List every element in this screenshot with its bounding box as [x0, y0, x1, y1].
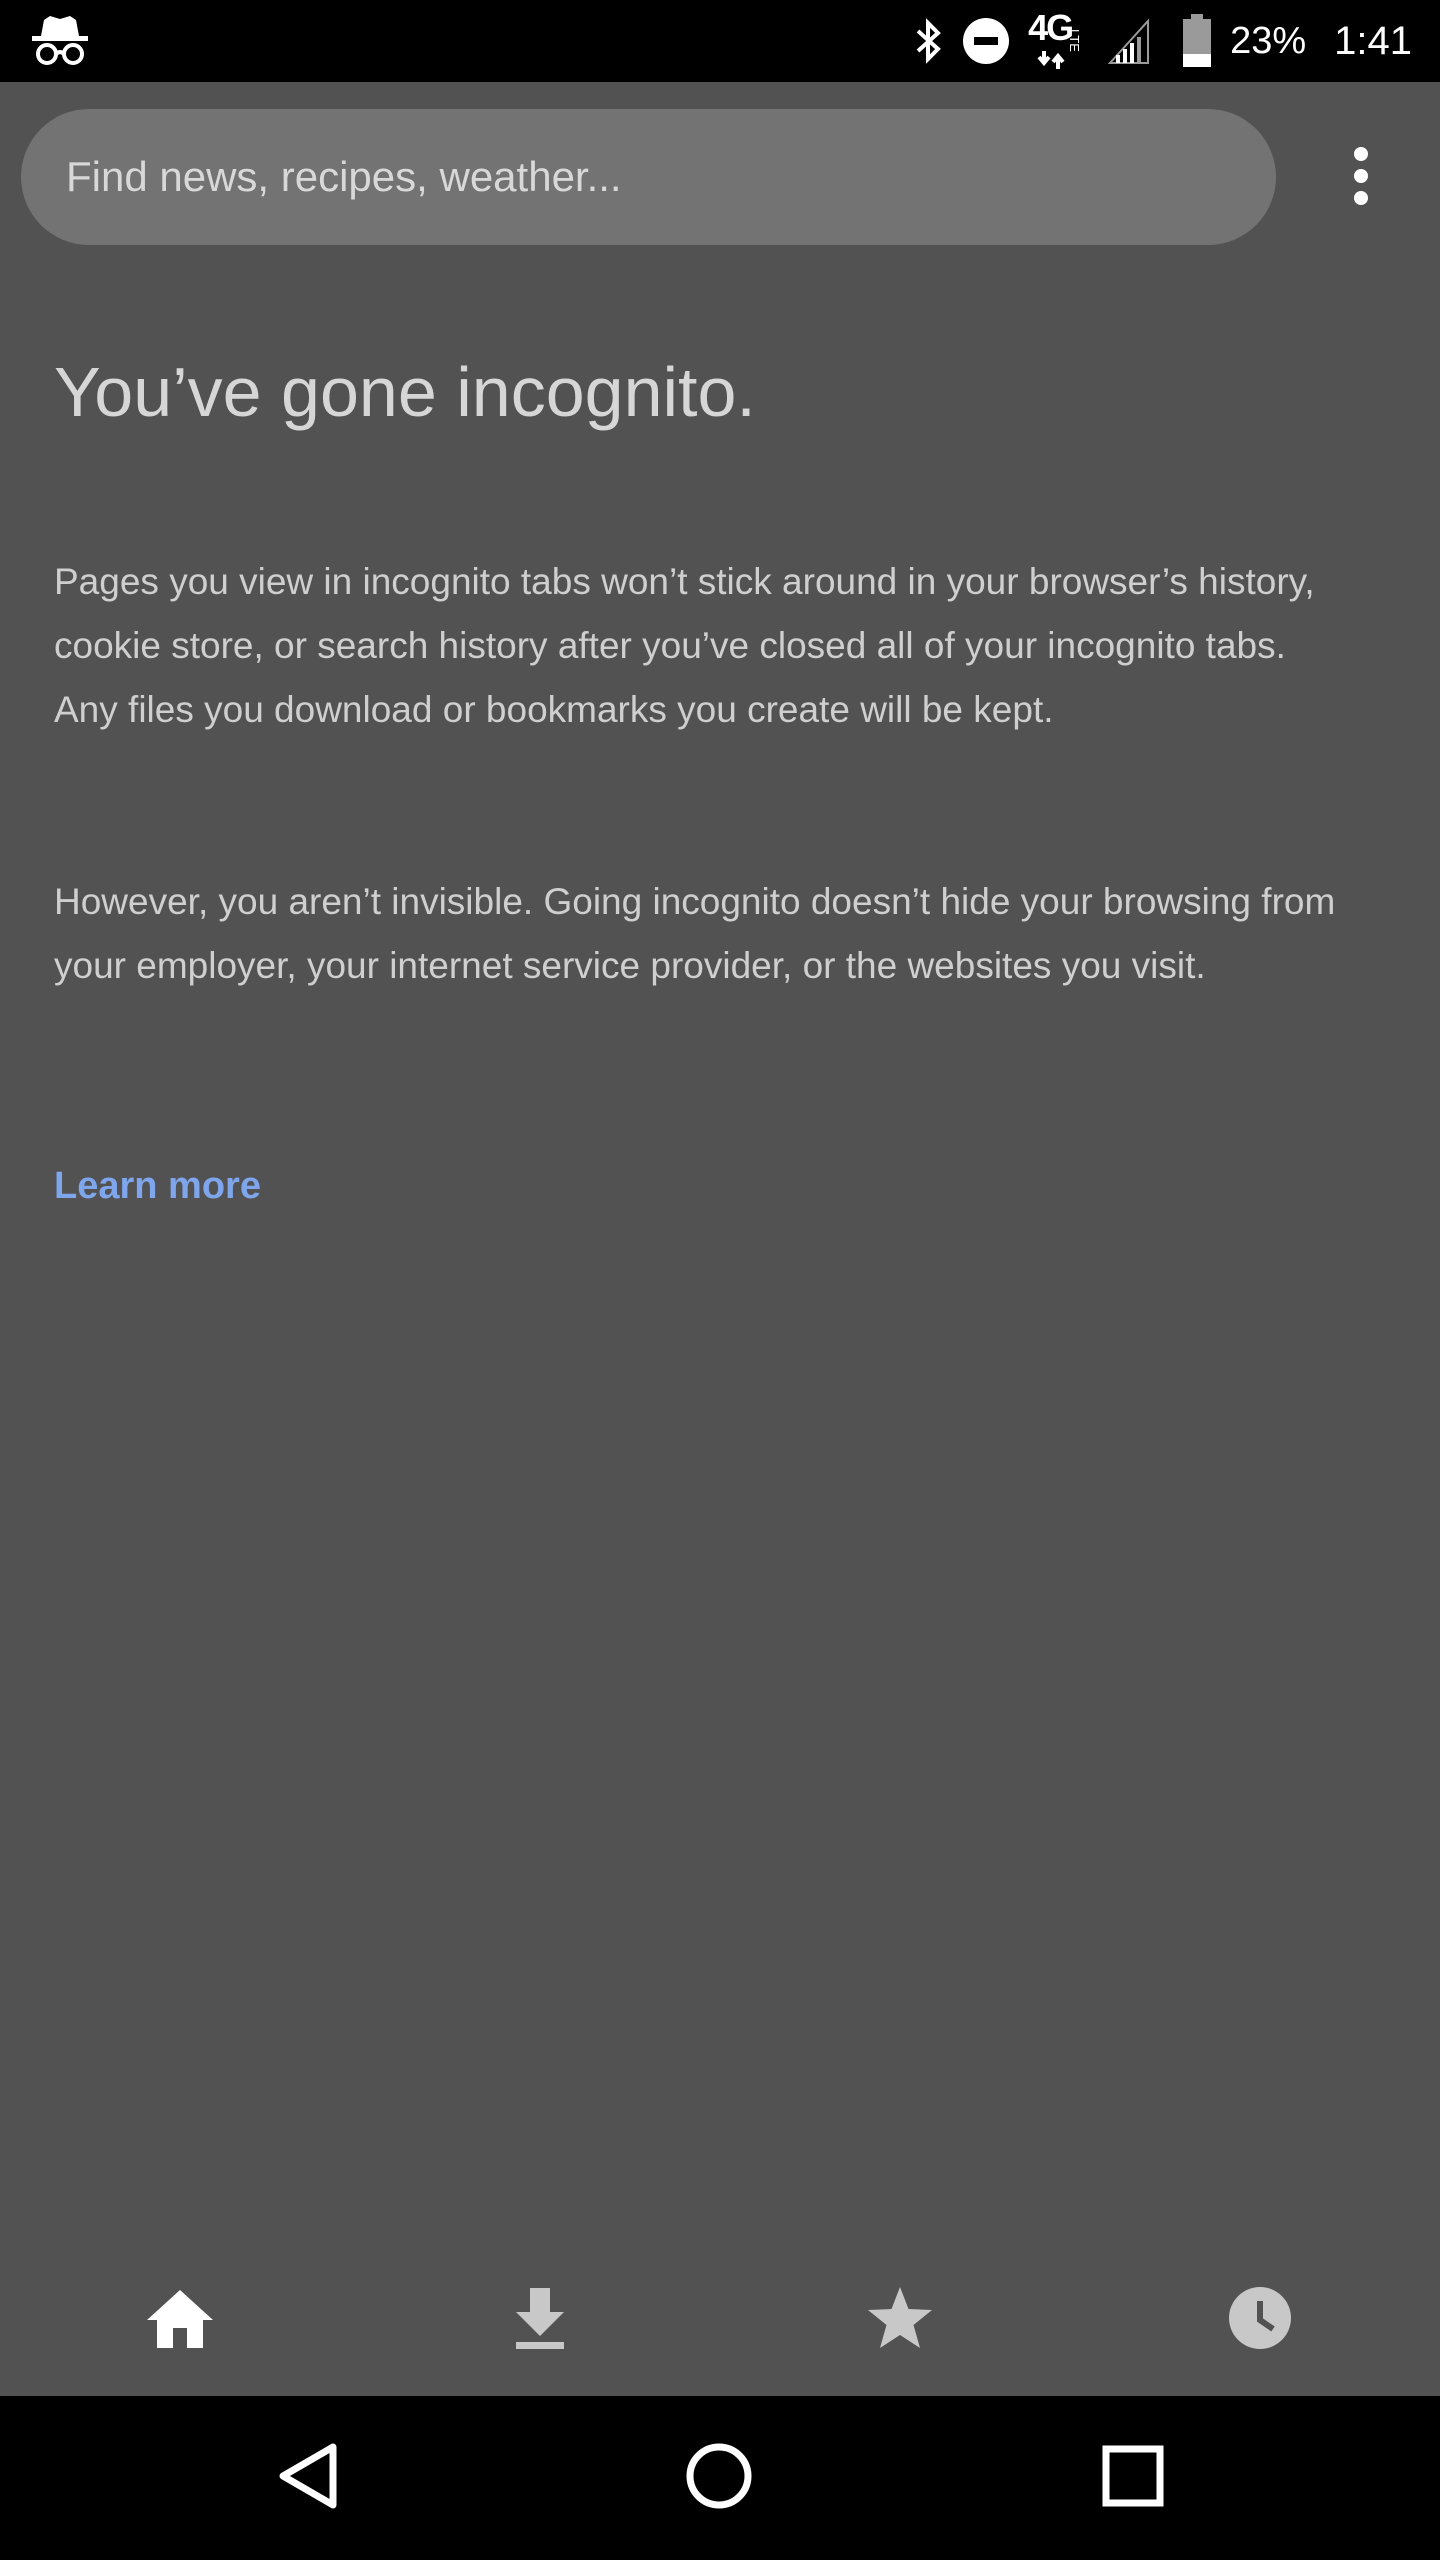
search-box[interactable]: [21, 109, 1276, 245]
bottom-toolbar: [0, 2240, 1440, 2396]
home-nav-button[interactable]: [659, 2418, 779, 2538]
history-button[interactable]: [1205, 2265, 1315, 2375]
more-options-button[interactable]: [1325, 137, 1397, 219]
status-bar: 4G LTE 23% 1:41: [0, 0, 1440, 82]
back-icon: [273, 2441, 343, 2516]
incognito-icon: [30, 14, 90, 68]
home-circle-icon: [684, 2441, 754, 2516]
bluetooth-icon: [914, 17, 944, 65]
back-button[interactable]: [248, 2418, 368, 2538]
network-4g-lte-icon: 4G LTE: [1028, 7, 1090, 71]
recents-icon: [1098, 2441, 1168, 2516]
toolbar: [0, 82, 1440, 272]
status-icons: 4G LTE 23% 1:41: [914, 0, 1412, 82]
svg-text:LTE: LTE: [1067, 29, 1082, 52]
search-input[interactable]: [66, 109, 1276, 245]
system-nav-bar: [0, 2396, 1440, 2560]
recents-button[interactable]: [1073, 2418, 1193, 2538]
signal-icon: [1108, 17, 1150, 65]
bookmarks-button[interactable]: [845, 2265, 955, 2375]
more-vert-icon: [1351, 145, 1371, 212]
incognito-ntp-content: You’ve gone incognito. Pages you view in…: [54, 350, 1354, 1207]
download-icon: [512, 2286, 568, 2355]
incognito-description: Pages you view in incognito tabs won’t s…: [54, 561, 1315, 730]
star-icon: [865, 2285, 935, 2356]
page-title: You’ve gone incognito.: [54, 353, 756, 431]
battery-percent: 23%: [1230, 19, 1307, 62]
do-not-disturb-icon: [962, 17, 1010, 65]
incognito-warning: However, you aren’t invisible. Going inc…: [54, 881, 1336, 986]
home-button[interactable]: [125, 2265, 235, 2375]
battery-icon: [1182, 14, 1212, 68]
home-icon: [145, 2286, 215, 2355]
clock: 1:41: [1334, 18, 1412, 63]
learn-more-link[interactable]: Learn more: [54, 1165, 261, 1208]
downloads-button[interactable]: [485, 2265, 595, 2375]
history-icon: [1227, 2285, 1293, 2356]
